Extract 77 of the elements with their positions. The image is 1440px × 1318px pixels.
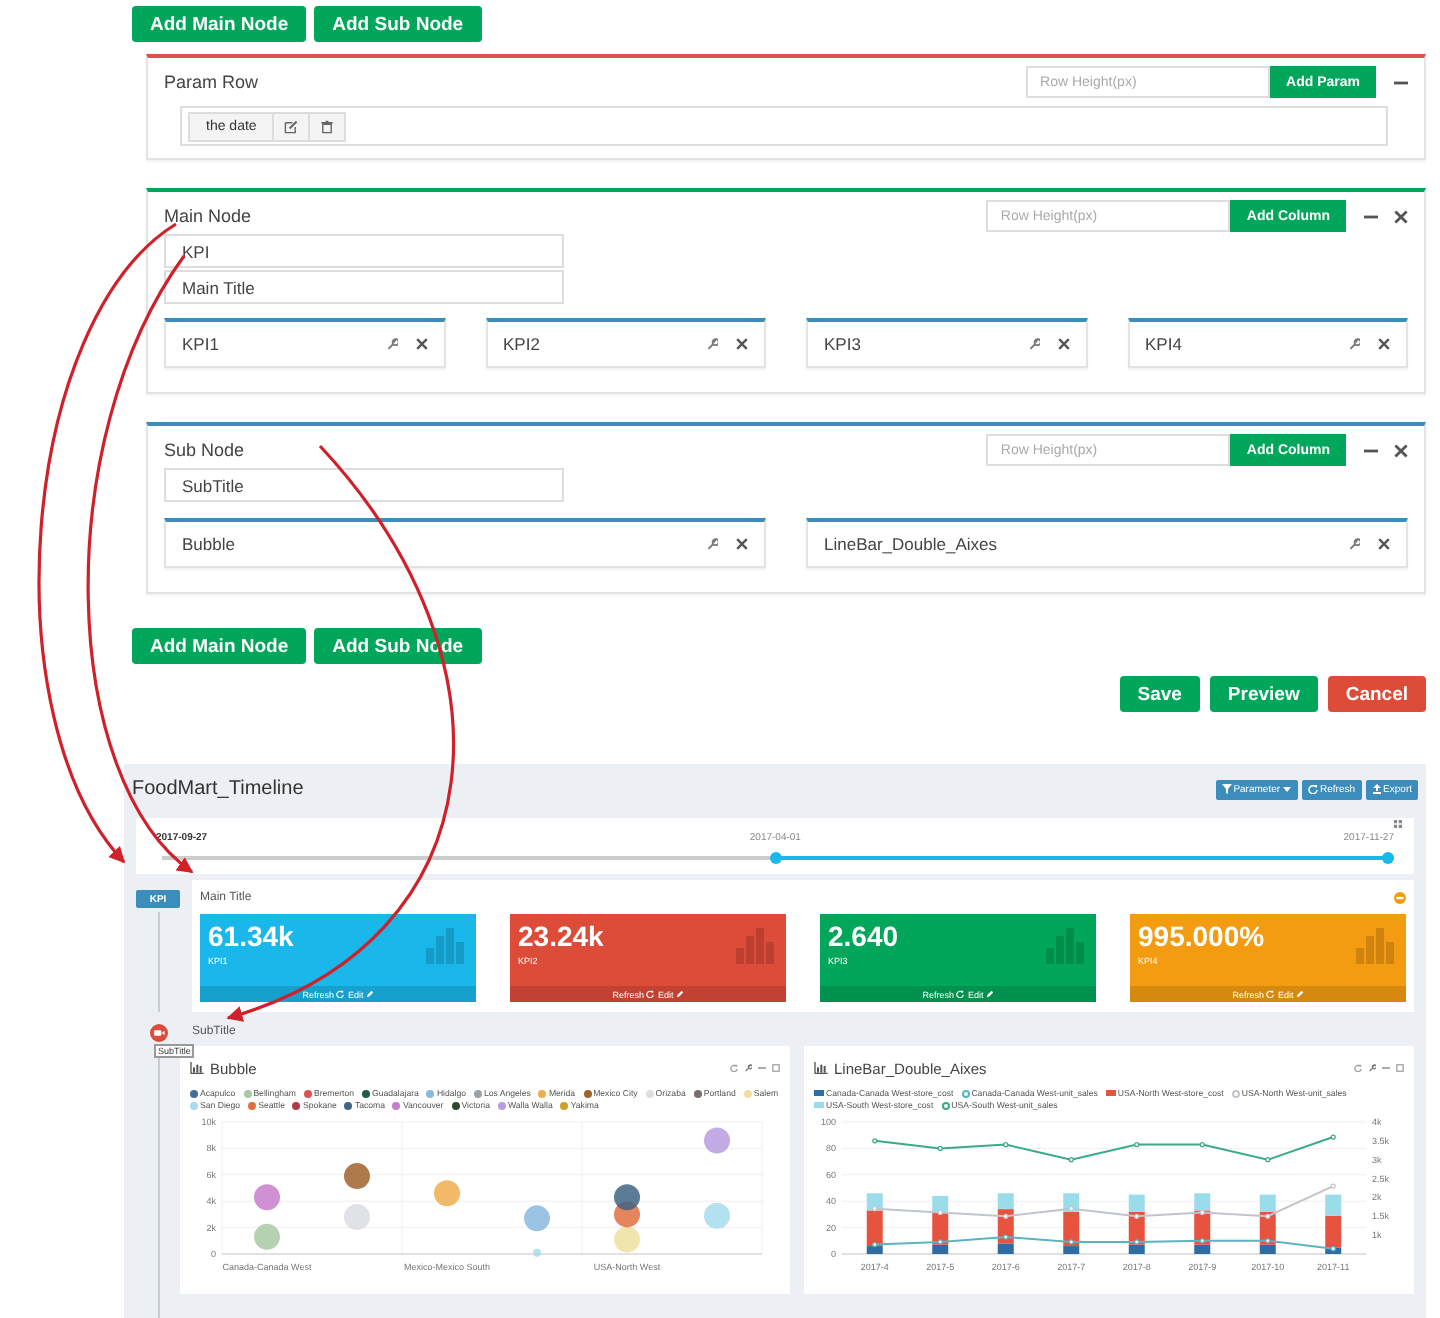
add-node-button[interactable]: Add Sub Node — [314, 6, 482, 42]
kpi-value: 23.24k — [518, 920, 604, 952]
bubble — [614, 1184, 640, 1211]
kpi-value: 2.640 — [828, 920, 899, 952]
slider-handle[interactable] — [769, 852, 781, 864]
bubble — [344, 1163, 370, 1190]
grid-icon[interactable] — [1394, 820, 1402, 828]
bubble — [533, 1248, 541, 1257]
panel-title: Sub Node — [164, 440, 247, 460]
action-button[interactable]: Preview — [1209, 676, 1318, 712]
refresh-icon — [646, 990, 654, 998]
bubble — [524, 1205, 550, 1232]
wrench-icon[interactable] — [1027, 338, 1039, 350]
caret-icon — [1282, 784, 1293, 794]
close-icon[interactable] — [1394, 209, 1408, 223]
bar-chart-icon — [190, 1062, 204, 1074]
wrench-icon[interactable] — [1348, 538, 1360, 550]
text-field[interactable]: Main Title — [164, 270, 564, 304]
refresh-icon[interactable] — [730, 1064, 738, 1072]
column-name: KPI4 — [1145, 334, 1184, 354]
bubble — [614, 1226, 640, 1253]
action-button[interactable]: Cancel — [1327, 676, 1426, 712]
refresh-icon — [1266, 990, 1274, 998]
panel-title: Main Node — [164, 206, 254, 226]
add-node-button[interactable]: Add Main Node — [132, 6, 307, 42]
column-name: KPI1 — [182, 334, 221, 354]
pencil-icon — [985, 990, 994, 998]
bubble — [344, 1204, 370, 1231]
refresh-icon — [336, 990, 344, 998]
bar-chart-icon — [426, 928, 466, 964]
bubble — [254, 1184, 280, 1211]
wrench-icon[interactable] — [706, 338, 718, 350]
line-series — [872, 1134, 1336, 1163]
bubble — [254, 1223, 280, 1250]
wrench-icon[interactable] — [1368, 1064, 1376, 1072]
close-icon[interactable] — [1378, 338, 1390, 350]
bubble — [434, 1180, 460, 1207]
bar-chart-icon — [1046, 928, 1086, 964]
slider-handle[interactable] — [1382, 852, 1394, 864]
trash-icon — [320, 120, 335, 134]
column-name: KPI3 — [824, 334, 863, 354]
kpi-value: 995.000% — [1138, 920, 1265, 952]
close-icon[interactable] — [415, 338, 427, 350]
pencil-icon — [1295, 990, 1304, 998]
panel-title: Param Row — [164, 72, 261, 92]
close-icon[interactable] — [736, 538, 748, 550]
text-field[interactable]: KPI — [164, 234, 564, 268]
wrench-icon[interactable] — [706, 538, 718, 550]
export-icon — [1371, 784, 1382, 794]
close-icon[interactable] — [1394, 443, 1408, 457]
close-icon[interactable] — [1057, 338, 1069, 350]
wrench-icon[interactable] — [385, 338, 397, 350]
camera-icon[interactable] — [149, 1024, 167, 1042]
bar-chart-icon — [814, 1062, 828, 1074]
bubble — [704, 1202, 730, 1229]
refresh-icon — [1308, 784, 1319, 794]
refresh-icon[interactable] — [1354, 1064, 1362, 1072]
add-node-button[interactable]: Add Main Node — [132, 628, 307, 664]
bubble — [704, 1127, 730, 1154]
pencil-icon — [365, 990, 374, 998]
bar-chart-icon — [1356, 928, 1396, 964]
wrench-icon[interactable] — [1348, 338, 1360, 350]
edit-icon — [284, 120, 299, 134]
kpi-value: 61.34k — [208, 920, 294, 952]
refresh-icon — [956, 990, 964, 998]
action-button[interactable]: Save — [1119, 676, 1200, 712]
column-name: KPI2 — [503, 334, 542, 354]
filter-icon — [1221, 784, 1232, 794]
column-name: LineBar_Double_Aixes — [824, 534, 999, 554]
column-name: Bubble — [182, 534, 237, 554]
pencil-icon — [675, 990, 684, 998]
wrench-icon[interactable] — [744, 1064, 752, 1072]
close-icon[interactable] — [736, 338, 748, 350]
dashboard-title: FoodMart_Timeline — [132, 778, 306, 800]
bar-chart-icon — [736, 928, 776, 964]
text-field[interactable]: SubTitle — [164, 468, 564, 502]
close-icon[interactable] — [1378, 538, 1390, 550]
